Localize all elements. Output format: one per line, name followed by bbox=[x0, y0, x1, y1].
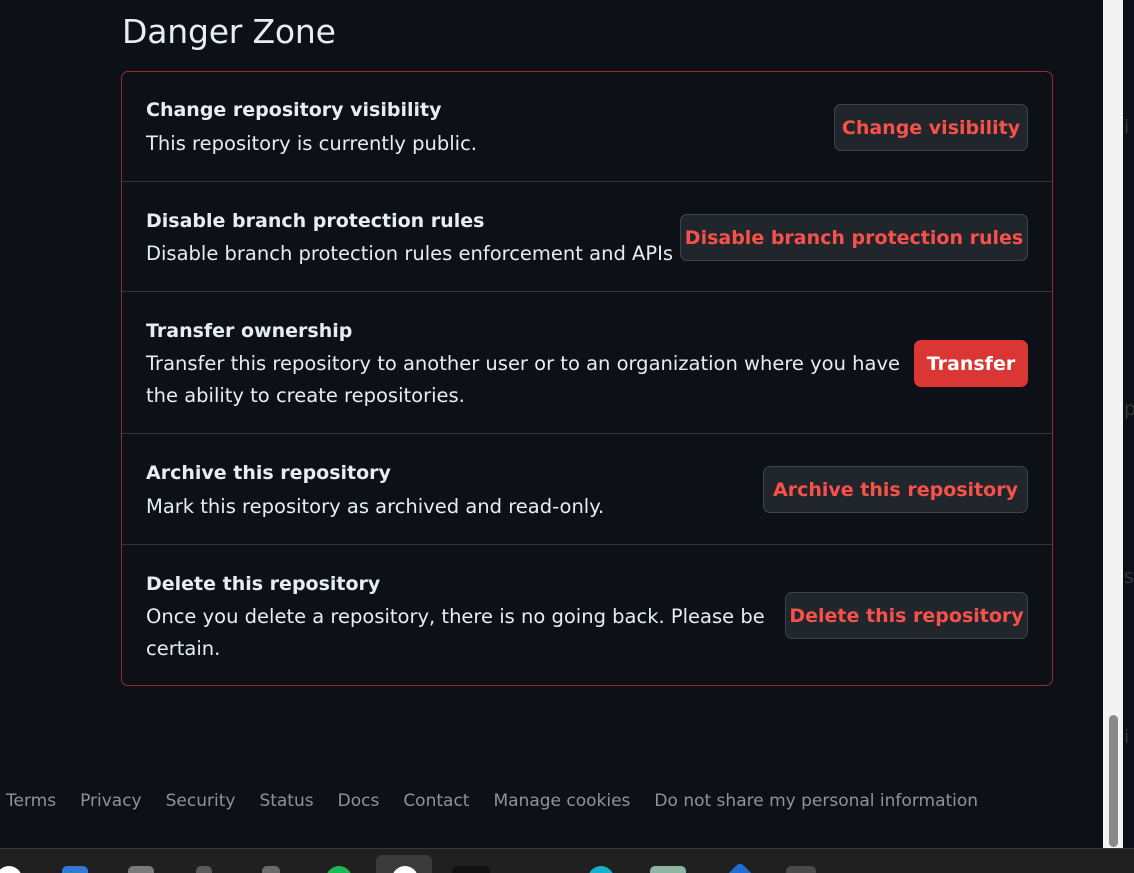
footer-link-contact[interactable]: Contact bbox=[403, 791, 469, 811]
footer-link-docs[interactable]: Docs bbox=[338, 791, 380, 811]
footer-link-status[interactable]: Status bbox=[259, 791, 313, 811]
footer-link-terms[interactable]: Terms bbox=[6, 791, 56, 811]
music-app-icon[interactable] bbox=[326, 866, 352, 873]
app-icon[interactable] bbox=[725, 861, 755, 873]
app-icon[interactable] bbox=[786, 866, 816, 873]
danger-row-visibility: Change repository visibility This reposi… bbox=[122, 72, 1052, 182]
row-description: Transfer this repository to another user… bbox=[146, 352, 900, 407]
footer-links: Terms Privacy Security Status Docs Conta… bbox=[6, 791, 1002, 811]
taskbar bbox=[0, 848, 1134, 873]
row-title: Archive this repository bbox=[146, 462, 391, 484]
danger-zone-heading: Danger Zone bbox=[122, 12, 336, 51]
scrollbar-thumb[interactable] bbox=[1109, 715, 1118, 847]
app-icon[interactable] bbox=[128, 866, 154, 873]
danger-zone-box: Change repository visibility This reposi… bbox=[121, 71, 1053, 686]
start-icon[interactable] bbox=[0, 866, 22, 873]
app-icon[interactable] bbox=[650, 866, 686, 873]
footer-link-security[interactable]: Security bbox=[166, 791, 236, 811]
row-description: This repository is currently public. bbox=[146, 132, 477, 155]
app-icon[interactable] bbox=[196, 866, 212, 873]
terminal-icon[interactable] bbox=[452, 866, 490, 873]
app-icon[interactable] bbox=[588, 866, 614, 873]
side-panel-text: p bbox=[1124, 398, 1134, 420]
settings-main: Danger Zone Change repository visibility… bbox=[0, 0, 1103, 848]
page: Danger Zone Change repository visibility… bbox=[0, 0, 1134, 873]
row-title: Transfer ownership bbox=[146, 320, 353, 342]
row-description: Disable branch protection rules enforcem… bbox=[146, 242, 674, 265]
app-icon[interactable] bbox=[262, 866, 280, 873]
row-title: Disable branch protection rules bbox=[146, 210, 485, 232]
delete-repository-button[interactable]: Delete this repository bbox=[785, 592, 1028, 639]
file-explorer-icon[interactable] bbox=[62, 866, 88, 873]
footer-link-privacy[interactable]: Privacy bbox=[80, 791, 142, 811]
row-title: Delete this repository bbox=[146, 573, 381, 595]
danger-row-delete: Delete this repository Once you delete a… bbox=[122, 545, 1052, 685]
transfer-button[interactable]: Transfer bbox=[914, 340, 1028, 387]
danger-row-transfer: Transfer ownership Transfer this reposit… bbox=[122, 292, 1052, 434]
change-visibility-button[interactable]: Change visibility bbox=[834, 104, 1028, 151]
row-title: Change repository visibility bbox=[146, 99, 442, 121]
side-panel-text: i bbox=[1124, 116, 1130, 138]
row-description: Mark this repository as archived and rea… bbox=[146, 495, 605, 518]
danger-row-branch-protection: Disable branch protection rules Disable … bbox=[122, 182, 1052, 292]
footer-link-manage-cookies[interactable]: Manage cookies bbox=[493, 791, 630, 811]
danger-row-archive: Archive this repository Mark this reposi… bbox=[122, 434, 1052, 545]
disable-branch-protection-button[interactable]: Disable branch protection rules bbox=[680, 214, 1028, 261]
row-description: Once you delete a repository, there is n… bbox=[146, 605, 765, 660]
archive-repository-button[interactable]: Archive this repository bbox=[763, 466, 1028, 513]
footer-link-do-not-share[interactable]: Do not share my personal information bbox=[654, 791, 978, 811]
side-panel-text: s bbox=[1124, 566, 1134, 588]
side-panel-text: i bbox=[1124, 726, 1130, 748]
